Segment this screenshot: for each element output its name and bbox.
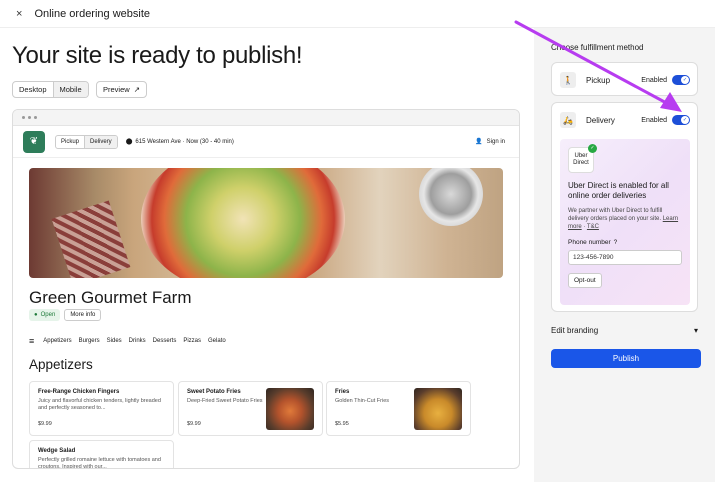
restaurant-logo: ❦ bbox=[23, 130, 45, 153]
publish-button[interactable]: Publish bbox=[551, 349, 701, 368]
item-desc: Perfectly grilled romaine lettuce with t… bbox=[38, 457, 161, 469]
hamburger-icon[interactable]: ≡ bbox=[29, 336, 34, 346]
delivery-toggle[interactable] bbox=[672, 115, 690, 125]
external-link-icon: ↗ bbox=[133, 85, 140, 94]
delivery-label: Delivery bbox=[586, 115, 615, 125]
uber-heading: Uber Direct is enabled for all online or… bbox=[568, 181, 669, 200]
hero-napkin bbox=[51, 200, 131, 278]
person-icon: 👤 bbox=[475, 139, 483, 145]
pickup-option[interactable]: Pickup bbox=[56, 136, 84, 148]
more-info-button[interactable]: More info bbox=[64, 309, 102, 321]
item-price: $9.99 bbox=[38, 421, 52, 427]
main-panel: Your site is ready to publish! Desktop M… bbox=[0, 28, 534, 482]
section-title: Appetizers bbox=[29, 357, 93, 372]
sign-in-label: Sign in bbox=[486, 138, 505, 145]
status-pills: ● Open More info bbox=[29, 309, 102, 321]
uber-description: We partner with Uber Direct to fulfill d… bbox=[568, 208, 679, 230]
item-desc: Deep-Fried Sweet Potato Fries bbox=[187, 398, 263, 404]
top-bar: × Online ordering website bbox=[0, 0, 715, 28]
category-link[interactable]: Burgers bbox=[79, 338, 100, 344]
opt-out-button[interactable]: Opt-out bbox=[568, 273, 602, 288]
item-photo bbox=[414, 388, 462, 430]
delivery-card: 🛵 Delivery Enabled Uber Direct ✓ Uber Di… bbox=[551, 102, 698, 312]
sign-in-link[interactable]: 👤 Sign in bbox=[475, 138, 505, 146]
pickup-card: 🚶 Pickup Enabled bbox=[551, 62, 698, 96]
hero-image bbox=[29, 168, 503, 278]
phone-label-row: Phone number ? bbox=[568, 239, 682, 246]
uber-logo-text: Uber Direct bbox=[573, 153, 589, 166]
item-price: $9.99 bbox=[187, 421, 201, 427]
delivery-status: Enabled bbox=[641, 116, 667, 124]
pickup-label: Pickup bbox=[586, 75, 611, 85]
tab-mobile[interactable]: Mobile bbox=[52, 82, 88, 97]
phone-label: Phone number bbox=[568, 239, 611, 246]
item-name: Wedge Salad bbox=[38, 448, 76, 454]
browser-chrome bbox=[13, 110, 519, 126]
tc-link[interactable]: T&C bbox=[587, 224, 599, 230]
chevron-down-icon: ▾ bbox=[693, 326, 698, 335]
category-link[interactable]: Drinks bbox=[129, 338, 146, 344]
hero-salad-bowl bbox=[141, 168, 345, 278]
address-selector[interactable]: ⬤ 615 Western Ave · Now (30 - 40 min) bbox=[125, 138, 234, 146]
fulfillment-toggle: Pickup Delivery bbox=[55, 134, 118, 149]
preview-button[interactable]: Preview ↗ bbox=[96, 81, 147, 98]
restaurant-name: Green Gourmet Farm bbox=[29, 288, 192, 307]
edit-branding-label: Edit branding bbox=[551, 326, 599, 335]
sidebar-heading: Choose fulfillment method bbox=[551, 43, 644, 52]
preview-label: Preview bbox=[103, 85, 130, 94]
delivery-row: 🛵 Delivery Enabled bbox=[552, 103, 697, 137]
category-link[interactable]: Appetizers bbox=[43, 338, 71, 344]
item-photo bbox=[266, 388, 314, 430]
tab-desktop[interactable]: Desktop bbox=[13, 82, 53, 97]
hero-can bbox=[419, 168, 483, 226]
uber-direct-logo: Uber Direct ✓ bbox=[568, 144, 597, 173]
category-link[interactable]: Sides bbox=[107, 338, 122, 344]
close-icon[interactable]: × bbox=[16, 8, 22, 20]
item-desc: Juicy and flavorful chicken tenders, lig… bbox=[38, 398, 161, 411]
menu-item-card[interactable]: Free-Range Chicken Fingers Juicy and fla… bbox=[29, 381, 174, 436]
view-toggle: Desktop Mobile bbox=[12, 81, 89, 98]
uber-desc-text: We partner with Uber Direct to fulfill d… bbox=[568, 208, 663, 222]
pickup-status: Enabled bbox=[641, 76, 667, 84]
category-link[interactable]: Desserts bbox=[153, 338, 177, 344]
status-badge: ● Open bbox=[29, 309, 61, 321]
site-header: ❦ Pickup Delivery ⬤ 615 Western Ave · No… bbox=[13, 126, 519, 158]
settings-sidebar: Choose fulfillment method 🚶 Pickup Enabl… bbox=[534, 28, 715, 482]
phone-input[interactable]: 123-456-7890 bbox=[568, 250, 682, 265]
help-icon[interactable]: ? bbox=[614, 239, 618, 246]
location-pin-icon: ⬤ bbox=[125, 139, 133, 145]
scooter-icon: 🛵 bbox=[560, 112, 576, 128]
edit-branding-row[interactable]: Edit branding ▾ bbox=[551, 326, 698, 335]
menu-item-card[interactable]: Wedge Salad Perfectly grilled romaine le… bbox=[29, 440, 174, 469]
menu-item-card[interactable]: Sweet Potato Fries Deep-Fried Sweet Pota… bbox=[178, 381, 323, 436]
pickup-row: 🚶 Pickup Enabled bbox=[552, 63, 697, 97]
menu-item-card[interactable]: Fries Golden Thin-Cut Fries $5.95 bbox=[326, 381, 471, 436]
category-nav: ≡ Appetizers Burgers Sides Drinks Desser… bbox=[29, 336, 226, 346]
check-circle-icon: ● bbox=[34, 312, 38, 318]
check-icon: ✓ bbox=[588, 144, 597, 153]
walking-person-icon: 🚶 bbox=[560, 72, 576, 88]
item-price: $5.95 bbox=[335, 421, 349, 427]
item-name: Free-Range Chicken Fingers bbox=[38, 389, 120, 395]
pickup-toggle[interactable] bbox=[672, 75, 690, 85]
category-link[interactable]: Pizzas bbox=[183, 338, 201, 344]
category-link[interactable]: Gelato bbox=[208, 338, 226, 344]
window-title: Online ordering website bbox=[34, 7, 151, 20]
page-title: Your site is ready to publish! bbox=[12, 42, 303, 69]
address-text: 615 Western Ave · Now (30 - 40 min) bbox=[135, 138, 234, 145]
open-label: Open bbox=[40, 312, 56, 318]
delivery-option[interactable]: Delivery bbox=[84, 135, 117, 148]
uber-direct-panel: Uber Direct ✓ Uber Direct is enabled for… bbox=[560, 139, 690, 305]
site-preview-frame: ❦ Pickup Delivery ⬤ 615 Western Ave · No… bbox=[12, 109, 520, 469]
